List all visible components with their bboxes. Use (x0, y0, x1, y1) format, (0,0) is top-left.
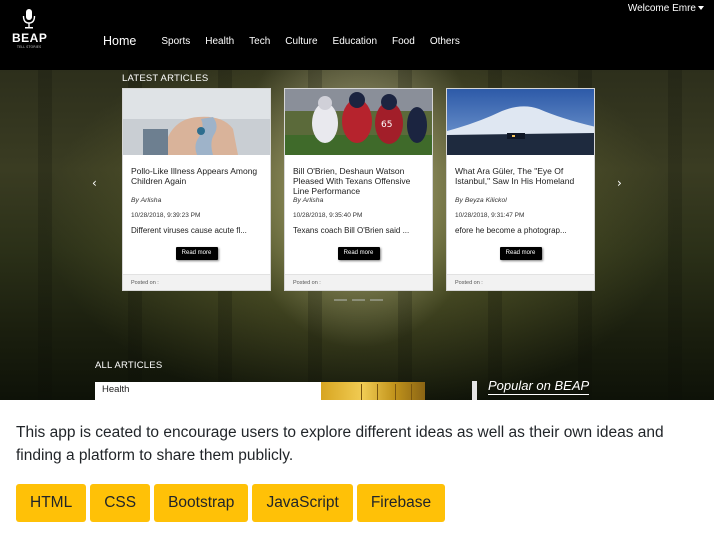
tag-html[interactable]: HTML (16, 484, 87, 522)
article-image-football: 65 (285, 89, 432, 155)
caret-down-icon (698, 6, 704, 11)
read-more-button[interactable]: Read more (499, 247, 542, 260)
tag-bootstrap[interactable]: Bootstrap (154, 484, 249, 522)
carousel-indicator[interactable] (352, 299, 365, 301)
nav-home[interactable]: Home (103, 34, 136, 48)
article-image-hands (123, 89, 270, 155)
article-title[interactable]: Pollo-Like Illness Appears Among Childre… (131, 166, 262, 196)
welcome-text: Welcome Emre (627, 3, 696, 14)
card-footer: Posted on : (285, 274, 432, 290)
article-author: By Arlisha (293, 197, 324, 204)
article-title[interactable]: Bill O'Brien, Deshaun Watson Pleased Wit… (293, 166, 424, 196)
read-more-button[interactable]: Read more (175, 247, 218, 260)
app-screenshot: BEAP TELL STORIES Home Sports Health Tec… (0, 0, 714, 400)
navbar: BEAP TELL STORIES Home Sports Health Tec… (0, 0, 714, 70)
user-menu-toggle[interactable]: Welcome Emre (628, 3, 704, 14)
carousel-indicators (334, 299, 388, 301)
article-author: By Arlisha (131, 197, 162, 204)
article-date: 10/28/2018, 9:39:23 PM (131, 212, 201, 219)
article-card[interactable]: Pollo-Like Illness Appears Among Childre… (122, 88, 271, 291)
article-card[interactable]: What Ara Güler, The "Eye Of Istanbul," S… (446, 88, 595, 291)
article-list-item[interactable]: Health (95, 382, 321, 400)
tag-css[interactable]: CSS (90, 484, 151, 522)
article-author: By Beyza Kilickol (455, 197, 507, 204)
brand-name: BEAP (12, 31, 48, 45)
tech-tags: HTML CSS Bootstrap JavaScript Firebase (16, 484, 449, 522)
main-nav: Home Sports Health Tech Culture Educatio… (103, 34, 475, 48)
brand-tagline: TELL STORIES (16, 45, 42, 49)
latest-articles-heading: LATEST ARTICLES (122, 73, 209, 84)
chevron-right-icon[interactable]: › (617, 176, 622, 190)
category-label: Health (102, 384, 130, 395)
nav-tech[interactable]: Tech (249, 36, 270, 47)
all-articles-heading: ALL ARTICLES (95, 360, 163, 371)
nav-education[interactable]: Education (333, 36, 377, 47)
popular-heading: Popular on BEAP (488, 378, 590, 395)
article-excerpt: Texans coach Bill O'Brien said ... (293, 226, 410, 235)
tag-firebase[interactable]: Firebase (356, 484, 446, 522)
brand-logo[interactable]: BEAP TELL STORIES (12, 8, 48, 64)
article-title[interactable]: What Ara Güler, The "Eye Of Istanbul," S… (455, 166, 586, 196)
article-card[interactable]: 65 Bill O'Brien, Deshaun Watson Pleased … (284, 88, 433, 291)
nav-sports[interactable]: Sports (161, 36, 190, 47)
nav-food[interactable]: Food (392, 36, 415, 47)
nav-health[interactable]: Health (205, 36, 234, 47)
article-image-mountain (447, 89, 594, 155)
carousel-indicator[interactable] (370, 299, 383, 301)
article-list-image (321, 382, 425, 400)
microphone-icon (22, 9, 36, 29)
read-more-button[interactable]: Read more (337, 247, 380, 260)
article-excerpt: efore he become a photograp... (455, 226, 567, 235)
card-footer: Posted on : (447, 274, 594, 290)
nav-others[interactable]: Others (430, 36, 460, 47)
sidebar-scrollbar[interactable] (472, 381, 477, 400)
article-excerpt: Different viruses cause acute fl... (131, 226, 247, 235)
article-date: 10/28/2018, 9:35:40 PM (293, 212, 363, 219)
project-description: This app is ceated to encourage users to… (16, 424, 664, 464)
chevron-left-icon[interactable]: ‹ (92, 176, 97, 190)
tag-javascript[interactable]: JavaScript (252, 484, 353, 522)
article-date: 10/28/2018, 9:31:47 PM (455, 212, 525, 219)
carousel-indicator[interactable] (334, 299, 347, 301)
card-footer: Posted on : (123, 274, 270, 290)
popular-heading-text: Popular on BEAP (488, 378, 590, 395)
nav-culture[interactable]: Culture (285, 36, 317, 47)
svg-text:65: 65 (381, 120, 392, 130)
